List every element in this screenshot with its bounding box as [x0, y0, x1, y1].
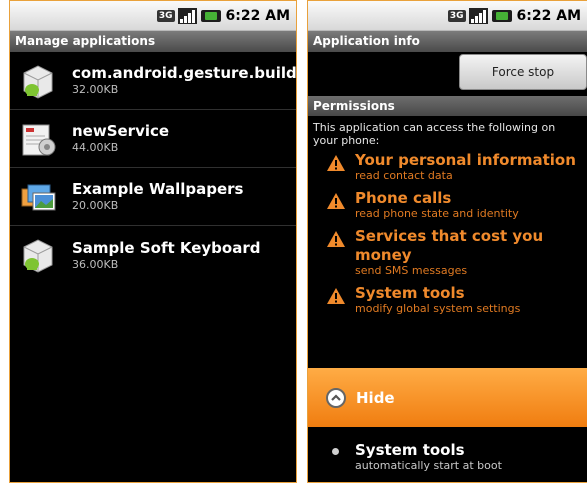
permission-item: System tools modify global system settin…	[308, 284, 587, 315]
hide-permissions-button[interactable]: Hide	[308, 368, 587, 427]
permission-desc: modify global system settings	[355, 302, 521, 315]
status-bar: 3G 6:22 AM	[10, 1, 296, 31]
app-list-item[interactable]: Example Wallpapers 20.00KB	[10, 168, 296, 226]
network-3g-icon: 3G	[156, 9, 175, 22]
permission-desc: send SMS messages	[355, 264, 468, 277]
warning-icon	[326, 227, 346, 277]
permission-title: Services that cost you money	[355, 227, 544, 264]
permission-title: System tools	[355, 284, 465, 302]
permission-item: Services that cost you money send SMS me…	[308, 227, 587, 277]
permission-title: System tools	[355, 441, 465, 459]
chevron-up-icon	[326, 387, 346, 408]
android-package-icon	[18, 61, 58, 101]
app-name: newService	[72, 122, 170, 140]
battery-icon	[200, 9, 221, 22]
app-list-item[interactable]: newService 44.00KB	[10, 110, 296, 168]
permission-item: Phone calls read phone state and identit…	[308, 189, 587, 220]
permissions-intro: This application can access the followin…	[313, 121, 556, 147]
bullet-icon	[332, 448, 339, 455]
signal-strength-icon	[468, 7, 488, 24]
network-3g-icon: 3G	[447, 9, 466, 22]
wallpapers-app-icon	[18, 177, 58, 217]
screen-title: Application info	[308, 31, 587, 52]
android-package-icon	[18, 235, 58, 275]
app-size: 44.00KB	[72, 141, 119, 154]
app-name: Example Wallpapers	[72, 180, 244, 198]
status-bar: 3G 6:22 AM	[308, 1, 587, 31]
permission-desc: read phone state and identity	[355, 207, 519, 220]
warning-icon	[326, 189, 346, 220]
battery-icon	[491, 9, 512, 22]
app-list-item[interactable]: Sample Soft Keyboard 36.00KB	[10, 226, 296, 284]
signal-strength-icon	[177, 7, 197, 24]
permission-title: Your personal information	[355, 151, 576, 169]
app-list-item[interactable]: com.android.gesture.builder 32.00KB	[10, 52, 296, 110]
screen-title: Manage applications	[10, 31, 296, 52]
permission-item-expanded: System tools automatically start at boot	[308, 441, 502, 472]
app-name: com.android.gesture.builder	[72, 64, 297, 82]
app-size: 32.00KB	[72, 83, 119, 96]
force-stop-button[interactable]: Force stop	[459, 54, 587, 90]
permissions-header: Permissions	[308, 96, 587, 116]
force-stop-row: Force stop	[308, 52, 587, 96]
app-size: 20.00KB	[72, 199, 119, 212]
manage-applications-screen: 3G 6:22 AM Manage applications com.andro…	[9, 0, 297, 483]
service-app-icon	[18, 119, 58, 159]
app-size: 36.00KB	[72, 257, 119, 271]
hide-label: Hide	[356, 388, 395, 407]
app-name: Sample Soft Keyboard	[72, 238, 261, 257]
status-time: 6:22 AM	[516, 7, 581, 24]
application-info-screen: 3G 6:22 AM Application info Force stop P…	[307, 0, 587, 483]
warning-icon	[326, 284, 346, 315]
permission-title: Phone calls	[355, 189, 452, 207]
permission-desc: automatically start at boot	[355, 459, 502, 472]
permission-desc: read contact data	[355, 169, 453, 182]
warning-icon	[326, 151, 346, 182]
status-time: 6:22 AM	[225, 7, 290, 24]
permission-item: Your personal information read contact d…	[308, 151, 587, 182]
